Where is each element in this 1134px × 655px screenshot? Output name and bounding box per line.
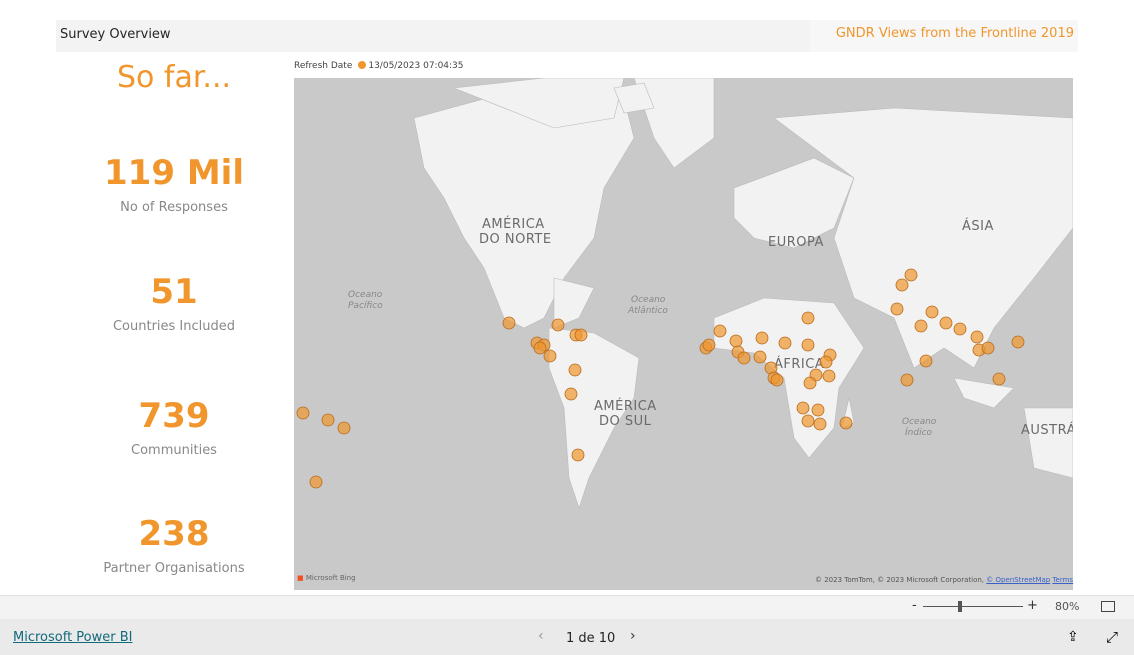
map-bubble[interactable] bbox=[564, 387, 578, 401]
fit-page-icon[interactable] bbox=[1101, 601, 1115, 612]
land bbox=[413, 77, 1074, 509]
kpi-countries-label: Countries Included bbox=[112, 319, 236, 334]
page-title: Survey Overview bbox=[60, 27, 171, 42]
map-bubble[interactable] bbox=[702, 338, 716, 352]
map-bubble[interactable] bbox=[970, 330, 984, 344]
kpi-responses-value: 119 Mil bbox=[104, 153, 244, 193]
map-label: AMÉRICA bbox=[594, 398, 657, 414]
map-visual[interactable]: AMÉRICA DO NORTE EUROPA ÁSIA ÁFRICA AMÉR… bbox=[294, 77, 1076, 590]
map-bubble[interactable] bbox=[919, 354, 933, 368]
map-bubble[interactable] bbox=[981, 341, 995, 355]
map-bubble[interactable] bbox=[803, 376, 817, 390]
map-bubble[interactable] bbox=[811, 403, 825, 417]
ocean-label: Oceano bbox=[631, 295, 666, 305]
map-bubble[interactable] bbox=[755, 331, 769, 345]
kpi-communities-value: 739 bbox=[138, 396, 210, 436]
map-bubble[interactable] bbox=[839, 416, 853, 430]
report-title-box: GNDR Views from the Frontline 2019 bbox=[810, 20, 1078, 52]
map-bubble[interactable] bbox=[533, 341, 547, 355]
map-bubble[interactable] bbox=[502, 316, 516, 330]
legend-dot bbox=[358, 61, 367, 69]
refresh-label: Refresh Date bbox=[294, 61, 353, 71]
map-label: ÁSIA bbox=[962, 218, 994, 234]
map-attribution: © 2023 TomTom, © 2023 Microsoft Corporat… bbox=[815, 576, 1074, 584]
map-bubble[interactable] bbox=[737, 351, 751, 365]
map-bubble[interactable] bbox=[337, 421, 351, 435]
report-title: GNDR Views from the Frontline 2019 bbox=[835, 26, 1074, 41]
zoom-slider-thumb[interactable] bbox=[958, 601, 962, 612]
map-bubble[interactable] bbox=[770, 373, 784, 387]
map-bubble[interactable] bbox=[801, 414, 815, 428]
ocean-label: Oceano bbox=[902, 417, 937, 427]
map-bubble[interactable] bbox=[813, 417, 827, 431]
ocean-label: Índico bbox=[905, 426, 933, 438]
map-bubble[interactable] bbox=[753, 350, 767, 364]
map-bubble[interactable] bbox=[890, 302, 904, 316]
map-bubble[interactable] bbox=[953, 322, 967, 336]
map-bubble[interactable] bbox=[321, 413, 335, 427]
map-bubble[interactable] bbox=[992, 372, 1006, 386]
zoom-in-button[interactable]: + bbox=[1027, 598, 1038, 613]
map-bubble[interactable] bbox=[571, 448, 585, 462]
map-bubble[interactable] bbox=[822, 369, 836, 383]
kpi-responses-label: No of Responses bbox=[120, 200, 228, 215]
bing-logo: ■ Microsoft Bing bbox=[297, 574, 356, 582]
power-bi-link[interactable]: Microsoft Power BI bbox=[13, 630, 132, 645]
ocean-label: Atlântico bbox=[627, 306, 668, 316]
map-bubble[interactable] bbox=[729, 334, 743, 348]
map-bubble[interactable] bbox=[551, 318, 565, 332]
map-bubble[interactable] bbox=[801, 311, 815, 325]
kpi-communities-label: Communities bbox=[131, 443, 217, 458]
page-indicator: 1 de 10 bbox=[566, 631, 616, 646]
zoom-level: 80% bbox=[1055, 600, 1080, 613]
map-label: EUROPA bbox=[768, 235, 824, 250]
map-bubble[interactable] bbox=[778, 336, 792, 350]
map-bubble[interactable] bbox=[914, 319, 928, 333]
kpi-heading: So far... bbox=[116, 60, 232, 95]
zoom-bar bbox=[0, 595, 1134, 620]
map-bubble[interactable] bbox=[796, 401, 810, 415]
map-label: AUSTRÁ bbox=[1021, 422, 1073, 438]
map-bubble[interactable] bbox=[568, 363, 582, 377]
map-bubble[interactable] bbox=[900, 373, 914, 387]
map-bubble[interactable] bbox=[819, 355, 833, 369]
map-bubble[interactable] bbox=[543, 349, 557, 363]
map-bubble[interactable] bbox=[309, 475, 323, 489]
share-icon[interactable]: ⇪ bbox=[1067, 629, 1079, 645]
zoom-slider[interactable] bbox=[923, 606, 1023, 607]
kpi-partners-label: Partner Organisations bbox=[103, 561, 245, 576]
map-bubble[interactable] bbox=[895, 278, 909, 292]
map-bubble[interactable] bbox=[296, 406, 310, 420]
ocean-label: Oceano bbox=[348, 290, 383, 300]
expand-icon[interactable]: ⤢ bbox=[1106, 628, 1118, 646]
terms-link[interactable]: Terms bbox=[1052, 576, 1073, 584]
ocean-label: Pacífico bbox=[348, 301, 383, 311]
map-bubble[interactable] bbox=[925, 305, 939, 319]
map-label: DO NORTE bbox=[479, 232, 552, 247]
map-label: DO SUL bbox=[599, 414, 652, 429]
map-bubble[interactable] bbox=[574, 328, 588, 342]
map-bubble[interactable] bbox=[939, 316, 953, 330]
kpi-partners-value: 238 bbox=[138, 514, 210, 554]
map-bubble[interactable] bbox=[1011, 335, 1025, 349]
refresh-value: 13/05/2023 07:04:35 bbox=[368, 61, 464, 71]
map-bubble[interactable] bbox=[713, 324, 727, 338]
map-label: AMÉRICA bbox=[482, 216, 545, 232]
refresh-date: Refresh Date 13/05/2023 07:04:35 bbox=[294, 61, 464, 71]
map-bubble[interactable] bbox=[801, 338, 815, 352]
kpi-countries-value: 51 bbox=[150, 272, 198, 312]
zoom-out-button[interactable]: - bbox=[912, 598, 917, 613]
chevron-right-icon[interactable]: › bbox=[630, 628, 636, 644]
chevron-left-icon[interactable]: ‹ bbox=[538, 628, 544, 644]
map-bubble[interactable] bbox=[904, 268, 918, 282]
osm-link[interactable]: © OpenStreetMap bbox=[986, 576, 1050, 584]
